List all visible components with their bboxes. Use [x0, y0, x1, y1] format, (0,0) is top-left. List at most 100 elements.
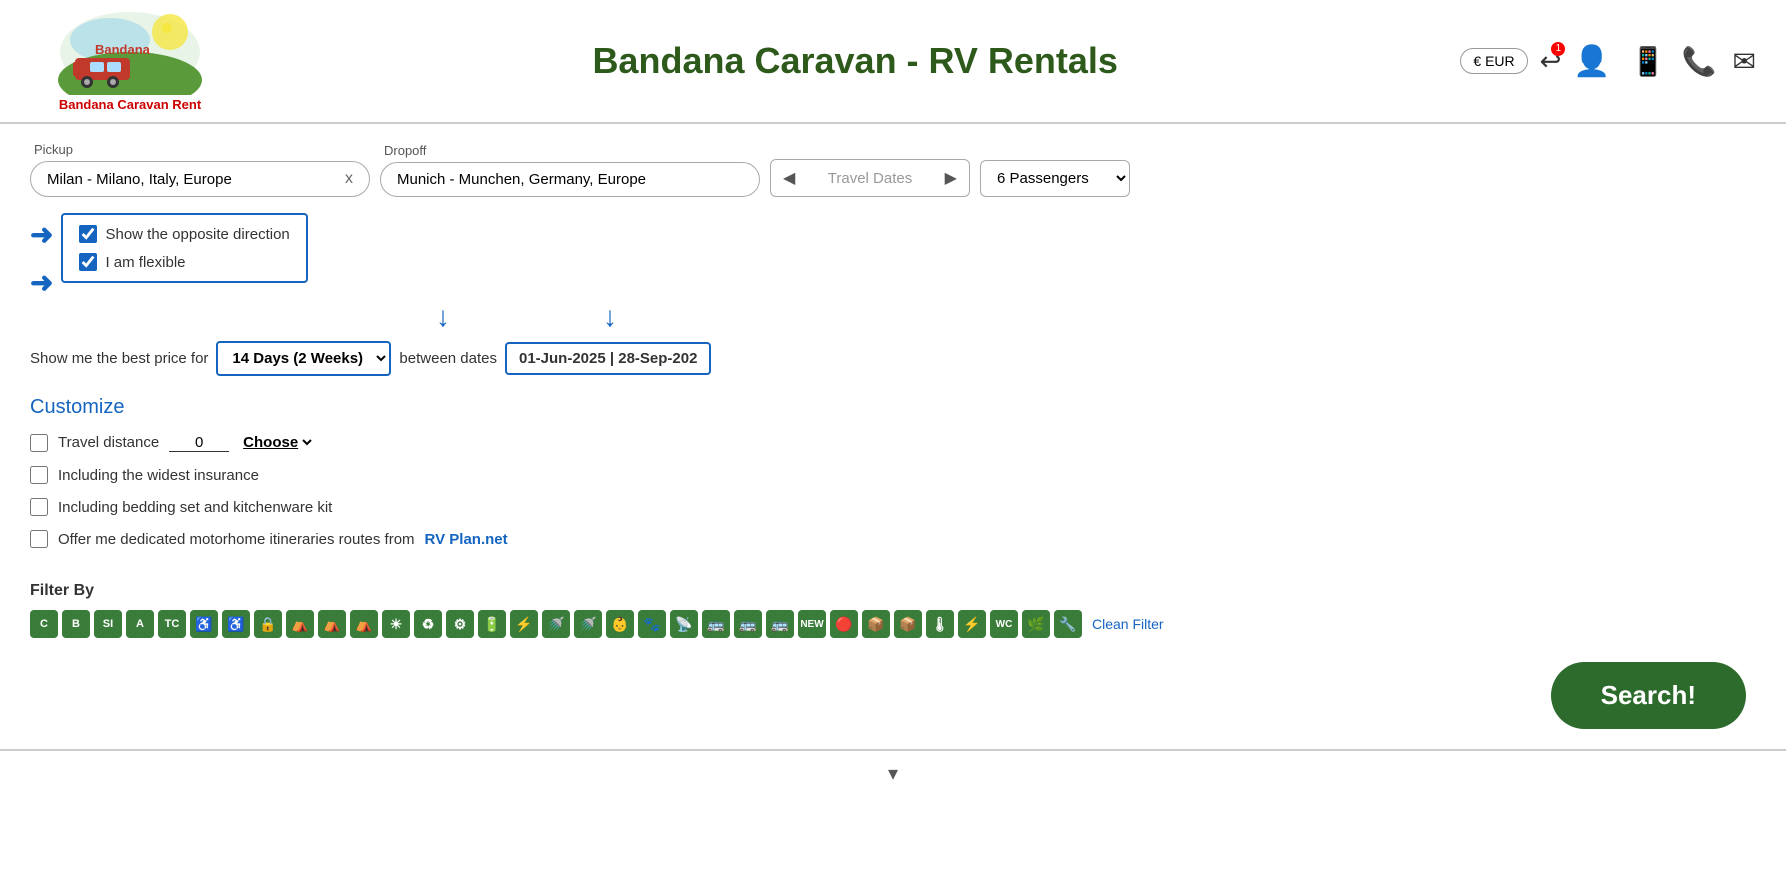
- filter-badge-plant[interactable]: 🌿: [1022, 610, 1050, 638]
- filter-badge-camp3[interactable]: ⛺: [350, 610, 378, 638]
- logo-area: Bandana Bandana Caravan Rent: [30, 10, 230, 112]
- search-button-container: Search!: [0, 652, 1786, 749]
- insurance-item: Including the widest insurance: [30, 466, 1756, 484]
- filter-badge-b[interactable]: B: [62, 610, 90, 638]
- dropoff-input[interactable]: [397, 171, 743, 188]
- filter-badge-camp1[interactable]: ⛺: [286, 610, 314, 638]
- down-arrow-dates: ↓: [603, 301, 617, 333]
- travel-dates-placeholder: Travel Dates: [828, 170, 912, 187]
- show-opposite-option[interactable]: Show the opposite direction: [79, 225, 289, 243]
- filter-badge-handicap[interactable]: ♿: [190, 610, 218, 638]
- site-title: Bandana Caravan - RV Rentals: [230, 40, 1460, 82]
- filter-badge-temp[interactable]: 🌡: [926, 610, 954, 638]
- itinerary-label: Offer me dedicated motorhome itineraries…: [58, 531, 415, 548]
- arrow-1: ➜: [30, 221, 53, 249]
- dates-range[interactable]: 01-Jun-2025 | 28-Sep-202: [505, 342, 711, 375]
- itinerary-item: Offer me dedicated motorhome itineraries…: [30, 530, 1756, 548]
- logo-image: Bandana: [55, 10, 205, 95]
- filter-badge-wrench[interactable]: 🔧: [1054, 610, 1082, 638]
- history-button[interactable]: ↩ 1: [1540, 46, 1562, 77]
- pickup-clear-btn[interactable]: x: [345, 170, 353, 188]
- pickup-label: Pickup: [30, 142, 370, 157]
- flexible-option[interactable]: I am flexible: [79, 253, 289, 271]
- phone-icon[interactable]: 📞: [1682, 45, 1717, 78]
- filter-badge-lock[interactable]: 🔒: [254, 610, 282, 638]
- filter-badge-shower2[interactable]: 🚿: [574, 610, 602, 638]
- filter-badge-wc[interactable]: WC: [990, 610, 1018, 638]
- filter-badge-new[interactable]: NEW: [798, 610, 826, 638]
- show-opposite-checkbox[interactable]: [79, 225, 97, 243]
- search-section: Pickup x Dropoff ◀ Travel Dates ▶: [0, 124, 1786, 207]
- filter-badge-handicap2[interactable]: ♿: [222, 610, 250, 638]
- travel-dates-wrap[interactable]: ◀ Travel Dates ▶: [770, 159, 970, 197]
- insurance-label: Including the widest insurance: [58, 467, 259, 484]
- travel-distance-input[interactable]: [169, 434, 229, 452]
- pickup-field-group: Pickup x: [30, 142, 370, 197]
- header: Bandana Bandana Caravan Rent Bandana Car…: [0, 0, 1786, 124]
- filter-badge-sun[interactable]: ☀: [382, 610, 410, 638]
- travel-dates-prev[interactable]: ◀: [783, 168, 795, 188]
- options-with-arrows-container: ➜ ➜ Show the opposite direction I am fle…: [0, 207, 1786, 297]
- filter-title: Filter By: [30, 582, 1756, 600]
- filter-badge-a[interactable]: A: [126, 610, 154, 638]
- filter-badge-bus2[interactable]: 🚌: [734, 610, 762, 638]
- travel-dates-field-group: ◀ Travel Dates ▶: [770, 140, 970, 197]
- filter-badges-row: C B SI A TC ♿ ♿ 🔒 ⛺ ⛺ ⛺ ☀ ♻ ⚙ 🔋 ⚡ 🚿 🚿 👶 …: [30, 610, 1756, 638]
- down-arrow-duration: ↓: [436, 301, 450, 333]
- contact-icons: 📱 📞 ✉: [1631, 45, 1756, 78]
- search-row: Pickup x Dropoff ◀ Travel Dates ▶: [30, 140, 1756, 197]
- customize-title: Customize: [30, 396, 1756, 419]
- filter-badge-signal[interactable]: 📡: [670, 610, 698, 638]
- dropoff-field-group: Dropoff: [380, 143, 760, 197]
- filter-badge-recycle[interactable]: ♻: [414, 610, 442, 638]
- passengers-select[interactable]: 6 Passengers 1 Passenger 2 Passengers 3 …: [980, 160, 1130, 197]
- duration-select[interactable]: 14 Days (2 Weeks) 7 Days (1 Week) 21 Day…: [216, 341, 391, 376]
- travel-distance-label: Travel distance: [58, 434, 159, 451]
- currency-selector[interactable]: € EUR: [1460, 48, 1527, 74]
- arrow-2: ➜: [30, 269, 53, 297]
- insurance-checkbox[interactable]: [30, 466, 48, 484]
- filter-badge-pet[interactable]: 🐾: [638, 610, 666, 638]
- choose-dropdown[interactable]: Choose km miles: [239, 433, 315, 452]
- history-badge: 1: [1551, 42, 1565, 56]
- svg-text:Bandana: Bandana: [95, 42, 151, 57]
- between-dates-text: between dates: [399, 350, 497, 367]
- filter-badge-red[interactable]: 🔴: [830, 610, 858, 638]
- filter-badge-bus1[interactable]: 🚌: [702, 610, 730, 638]
- filter-badge-lightning2[interactable]: ⚡: [958, 610, 986, 638]
- rv-plan-link[interactable]: RV Plan.net: [425, 531, 508, 548]
- show-opposite-label: Show the opposite direction: [105, 226, 289, 243]
- filter-badge-lightning1[interactable]: ⚡: [510, 610, 538, 638]
- filter-badge-box2[interactable]: 📦: [894, 610, 922, 638]
- filter-badge-bus3[interactable]: 🚌: [766, 610, 794, 638]
- travel-distance-checkbox[interactable]: [30, 434, 48, 452]
- bedding-checkbox[interactable]: [30, 498, 48, 516]
- travel-distance-item: Travel distance Choose km miles: [30, 433, 1756, 452]
- filter-badge-camp2[interactable]: ⛺: [318, 610, 346, 638]
- filter-badge-battery[interactable]: 🔋: [478, 610, 506, 638]
- filter-badge-baby[interactable]: 👶: [606, 610, 634, 638]
- dropoff-input-wrap[interactable]: [380, 162, 760, 197]
- best-price-prefix: Show me the best price for: [30, 350, 208, 367]
- flexible-checkbox[interactable]: [79, 253, 97, 271]
- filter-badge-si[interactable]: SI: [94, 610, 122, 638]
- header-right: € EUR ↩ 1 👤 📱 📞 ✉: [1460, 44, 1756, 79]
- search-button[interactable]: Search!: [1551, 662, 1746, 729]
- customize-section: Customize Travel distance Choose km mile…: [0, 382, 1786, 576]
- filter-badge-c[interactable]: C: [30, 610, 58, 638]
- filter-badge-tc[interactable]: TC: [158, 610, 186, 638]
- travel-dates-next[interactable]: ▶: [945, 168, 957, 188]
- user-icon[interactable]: 👤: [1573, 44, 1610, 79]
- pickup-input-wrap[interactable]: x: [30, 161, 370, 197]
- pickup-input[interactable]: [47, 171, 339, 188]
- side-arrows: ➜ ➜: [30, 213, 53, 297]
- filter-badge-box1[interactable]: 📦: [862, 610, 890, 638]
- dropoff-label: Dropoff: [380, 143, 760, 158]
- mail-icon[interactable]: ✉: [1733, 45, 1756, 78]
- clean-filter-link[interactable]: Clean Filter: [1092, 616, 1164, 632]
- down-arrows-container: ↓ ↓: [0, 301, 1786, 333]
- whatsapp-icon[interactable]: 📱: [1631, 45, 1666, 78]
- filter-badge-shower1[interactable]: 🚿: [542, 610, 570, 638]
- itinerary-checkbox[interactable]: [30, 530, 48, 548]
- filter-badge-gear[interactable]: ⚙: [446, 610, 474, 638]
